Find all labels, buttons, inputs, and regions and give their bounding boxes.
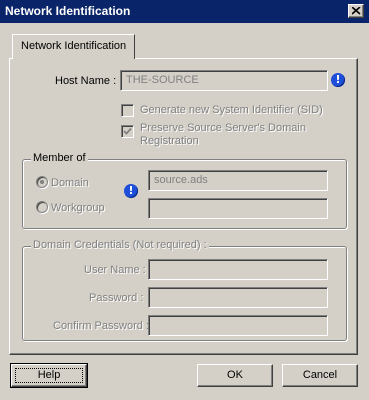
tab-label: Network Identification xyxy=(21,40,127,52)
user-name-label: User Name : xyxy=(84,264,146,276)
checkmark-icon xyxy=(123,127,132,135)
confirm-password-field xyxy=(148,315,328,336)
ok-button[interactable]: OK xyxy=(197,364,273,387)
ok-button-label: OK xyxy=(227,369,243,381)
domain-field: source.ads xyxy=(148,170,328,191)
cancel-button[interactable]: Cancel xyxy=(282,364,358,387)
domain-credentials-title: Domain Credentials (Not required) : xyxy=(31,239,209,251)
preserve-domain-label-line1: Preserve Source Server's Domain xyxy=(140,122,306,134)
workgroup-label: Workgroup xyxy=(51,202,105,214)
domain-value: source.ads xyxy=(154,174,208,186)
title-bar: Network Identification xyxy=(0,0,369,23)
confirm-password-label: Confirm Password : xyxy=(53,320,149,332)
info-icon[interactable]: ! xyxy=(331,73,345,87)
host-name-field: THE-SOURCE xyxy=(120,70,328,91)
member-of-title: Member of xyxy=(31,152,88,164)
workgroup-radio[interactable] xyxy=(36,201,48,213)
help-button-label: Help xyxy=(37,369,61,381)
tab-network-identification[interactable]: Network Identification xyxy=(12,34,135,59)
info-icon[interactable]: ! xyxy=(124,184,138,198)
workgroup-field xyxy=(148,198,328,219)
preserve-domain-checkbox[interactable] xyxy=(121,125,134,138)
host-name-value: THE-SOURCE xyxy=(126,74,199,86)
close-button[interactable] xyxy=(348,4,364,18)
password-field xyxy=(148,287,328,308)
password-label: Password : xyxy=(89,292,144,304)
cancel-button-label: Cancel xyxy=(302,369,338,381)
window-title: Network Identification xyxy=(5,4,131,18)
domain-label: Domain xyxy=(51,177,89,189)
host-name-label: Host Name : xyxy=(55,75,117,87)
generate-sid-checkbox[interactable] xyxy=(121,104,134,117)
radio-selected-dot xyxy=(40,180,44,184)
generate-sid-label: Generate new System Identifier (SID) xyxy=(140,104,323,116)
user-name-field xyxy=(148,259,328,280)
preserve-domain-label-line2: Registration xyxy=(140,135,199,147)
close-icon xyxy=(352,7,361,15)
help-button[interactable]: Help xyxy=(10,363,88,388)
domain-radio[interactable] xyxy=(36,176,48,188)
